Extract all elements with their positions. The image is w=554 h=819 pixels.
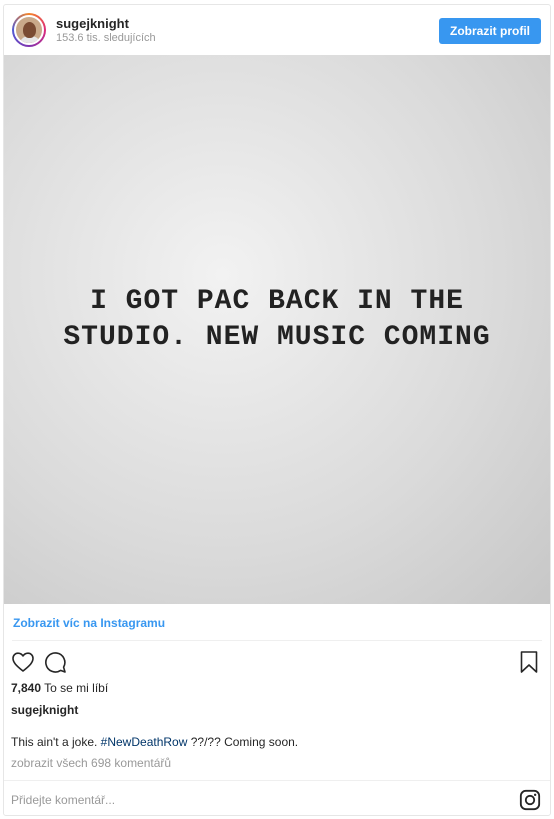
view-profile-button[interactable]: Zobrazit profil xyxy=(439,18,541,44)
post-image-text-line2: STUDIO. NEW MUSIC COMING xyxy=(63,321,491,353)
post-image-text: I GOT PAC BACK IN THE STUDIO. NEW MUSIC … xyxy=(27,284,527,356)
divider xyxy=(4,780,550,781)
hashtag-link[interactable]: #NewDeathRow xyxy=(101,735,188,749)
caption-text-start: This ain't a joke. xyxy=(11,735,101,749)
like-number: 7,840 xyxy=(11,681,42,695)
comment-input[interactable] xyxy=(11,791,491,809)
post-image[interactable]: I GOT PAC BACK IN THE STUDIO. NEW MUSIC … xyxy=(4,55,550,604)
like-label: To se mi líbí xyxy=(44,681,109,695)
username[interactable]: sugejknight xyxy=(56,16,129,31)
view-more-link[interactable]: Zobrazit víc na Instagramu xyxy=(13,616,165,630)
caption-author[interactable]: sugejknight xyxy=(11,703,78,717)
caption-text-end: ??/?? Coming soon. xyxy=(187,735,299,749)
comment-icon[interactable] xyxy=(43,650,67,674)
instagram-logo-icon[interactable] xyxy=(519,789,541,811)
follower-count: 153.6 tis. sledujících xyxy=(56,32,156,44)
divider xyxy=(12,640,542,641)
instagram-embed-card: sugejknight 153.6 tis. sledujících Zobra… xyxy=(3,4,551,816)
post-image-text-line1: I GOT PAC BACK IN THE xyxy=(90,285,464,317)
bookmark-icon[interactable] xyxy=(517,650,541,674)
post-header: sugejknight 153.6 tis. sledujících Zobra… xyxy=(4,5,550,55)
avatar[interactable] xyxy=(12,13,46,47)
heart-icon[interactable] xyxy=(11,650,35,674)
avatar-image xyxy=(14,15,44,45)
post-caption: This ain't a joke. #NewDeathRow ??/?? Co… xyxy=(11,735,298,749)
like-count: 7,840 To se mi líbí xyxy=(11,681,108,695)
view-all-comments-link[interactable]: zobrazit všech 698 komentářů xyxy=(11,756,171,770)
